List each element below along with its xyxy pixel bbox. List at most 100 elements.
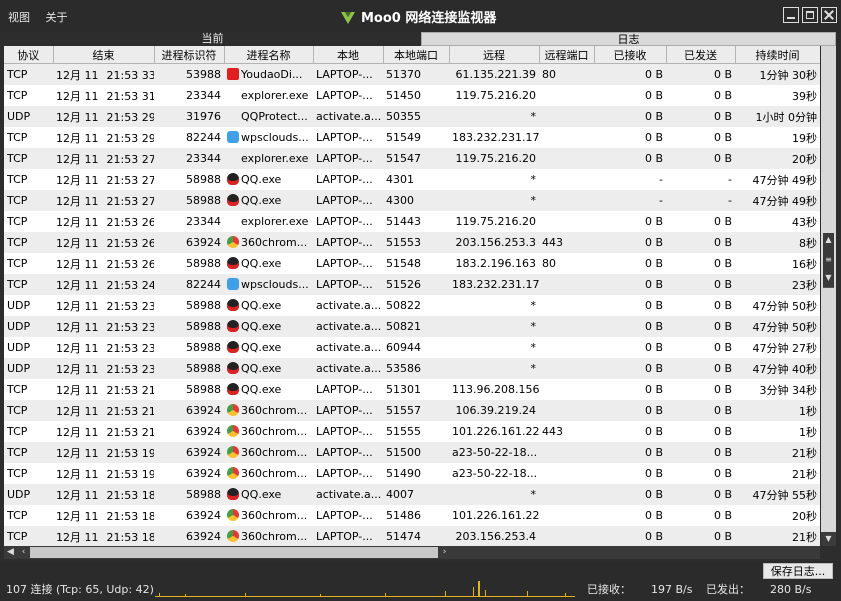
local-port-cell: 51486 — [386, 509, 421, 522]
end-date: 12月 11 — [56, 299, 99, 313]
sent-value: 280 B/s — [770, 583, 812, 596]
table-row[interactable]: TCP 12月 11 21:53 29 82244 wpsclouds... LAPTOP… — [4, 127, 820, 148]
protocol-cell: TCP — [7, 215, 28, 228]
table-row[interactable]: TCP 12月 11 21:53 26 63924 360chrom... LAPTOP-… — [4, 232, 820, 253]
received-cell: 0 B — [644, 488, 663, 501]
sent-cell: - — [728, 173, 732, 186]
scroll-right-icon[interactable]: › — [438, 546, 451, 559]
horizontal-scrollbar[interactable]: ◀ ‹ › — [4, 546, 820, 559]
col-local[interactable]: 本地 — [313, 46, 384, 64]
end-time: 21:53 23 — [106, 320, 155, 334]
table-row[interactable]: TCP 12月 11 21:53 27 23344 explorer.exe LAPTOP… — [4, 148, 820, 169]
chrome-icon — [227, 425, 239, 437]
remote-cell: 183.232.231.172 — [452, 131, 539, 144]
vertical-scrollbar[interactable] — [821, 46, 836, 546]
process-name-cell: QQ.exe — [224, 379, 313, 400]
col-sent[interactable]: 已发送 — [666, 46, 736, 64]
table-row[interactable]: UDP 12月 11 21:53 18 58988 QQ.exe activate.a..… — [4, 484, 820, 505]
col-pid[interactable]: 进程标识符 — [154, 46, 225, 64]
pid-cell: 63924 — [186, 530, 221, 543]
save-log-button[interactable]: 保存日志... — [763, 563, 833, 579]
table-row[interactable]: TCP 12月 11 21:53 27 58988 QQ.exe LAPTOP-... 43… — [4, 190, 820, 211]
table-row[interactable]: TCP 12月 11 21:53 21 63924 360chrom... LAPTOP-… — [4, 400, 820, 421]
end-cell: 12月 11 21:53 21 — [53, 421, 154, 442]
end-time: 21:53 21 — [106, 404, 155, 418]
blank-icon — [227, 215, 239, 227]
end-cell: 12月 11 21:53 26 — [53, 211, 154, 232]
minimize-icon[interactable] — [783, 7, 799, 23]
end-cell: 12月 11 21:53 33 — [53, 64, 154, 86]
scroll-end-icon[interactable]: ▼ — [821, 532, 836, 546]
scroll-left-icon[interactable]: ◀ — [4, 546, 17, 559]
table-row[interactable]: UDP 12月 11 21:53 23 58988 QQ.exe activate.a..… — [4, 295, 820, 316]
pid-cell: 58988 — [186, 488, 221, 501]
process-name-cell: QQ.exe — [224, 358, 313, 379]
table-row[interactable]: TCP 12月 11 21:53 21 58988 QQ.exe LAPTOP-... 51… — [4, 379, 820, 400]
table-row[interactable]: UDP 12月 11 21:53 23 58988 QQ.exe activate.a..… — [4, 358, 820, 379]
pid-cell: 58988 — [186, 194, 221, 207]
table-row[interactable]: TCP 12月 11 21:53 18 63924 360chrom... LAPTOP-… — [4, 526, 820, 546]
duration-cell: 16秒 — [792, 257, 817, 271]
scroll-up-icon[interactable]: ▲ — [823, 235, 834, 244]
end-cell: 12月 11 21:53 19 — [53, 442, 154, 463]
table-row[interactable]: UDP 12月 11 21:53 29 31976 QQProtect... activa… — [4, 106, 820, 127]
col-remote[interactable]: 远程 — [449, 46, 540, 64]
col-received[interactable]: 已接收 — [594, 46, 667, 64]
received-cell: 0 B — [644, 467, 663, 480]
chrome-icon — [227, 467, 239, 479]
pid-cell: 63924 — [186, 446, 221, 459]
menu-view[interactable]: 视图 — [8, 11, 30, 24]
process-name: QQ.exe — [241, 173, 282, 186]
local-cell: activate.a... — [316, 299, 382, 312]
sent-cell: 0 B — [713, 278, 732, 291]
duration-cell: 23秒 — [792, 278, 817, 292]
local-cell: LAPTOP-... — [316, 446, 373, 459]
remote-cell: * — [530, 488, 537, 501]
col-remote-port[interactable]: 远程端口 — [539, 46, 595, 64]
local-cell: activate.a... — [316, 362, 382, 375]
scroll-down-icon[interactable]: ▼ — [823, 273, 834, 282]
duration-cell: 3分钟 34秒 — [759, 383, 818, 397]
remote-cell: 101.226.161.228 — [452, 425, 539, 438]
col-end[interactable]: 结束 — [53, 46, 155, 64]
local-port-cell: 50355 — [386, 110, 421, 123]
table-row[interactable]: TCP 12月 11 21:53 26 23344 explorer.exe LAPTOP… — [4, 211, 820, 232]
end-date: 12月 11 — [56, 68, 99, 82]
table-row[interactable]: TCP 12月 11 21:53 19 63924 360chrom... LAPTOP-… — [4, 442, 820, 463]
end-date: 12月 11 — [56, 320, 99, 334]
scroll-left-step-icon[interactable]: ‹ — [17, 546, 30, 559]
table-row[interactable]: TCP 12月 11 21:53 21 63924 360chrom... LAPTOP-… — [4, 421, 820, 442]
process-name-cell: QQProtect... — [224, 106, 313, 127]
received-cell: 0 B — [644, 341, 663, 354]
local-cell: LAPTOP-... — [316, 425, 373, 438]
table-row[interactable]: UDP 12月 11 21:53 23 58988 QQ.exe activate.a..… — [4, 337, 820, 358]
col-process-name[interactable]: 进程名称 — [224, 46, 314, 64]
table-row[interactable]: TCP 12月 11 21:53 27 58988 QQ.exe LAPTOP-... 43… — [4, 169, 820, 190]
menu-about[interactable]: 关于 — [46, 11, 68, 24]
col-protocol[interactable]: 协议 — [4, 46, 54, 64]
col-duration[interactable]: 持续时间 — [735, 46, 820, 64]
duration-cell: 1小时 0分钟 — [755, 110, 818, 124]
local-cell: LAPTOP-... — [316, 383, 373, 396]
col-local-port[interactable]: 本地端口 — [383, 46, 450, 64]
sent-label: 已发出： — [706, 583, 750, 596]
table-row[interactable]: TCP 12月 11 21:53 24 82244 wpsclouds... LAPTOP… — [4, 274, 820, 295]
local-cell: LAPTOP-... — [316, 257, 373, 270]
horizontal-scroll-thumb[interactable] — [30, 547, 438, 558]
maximize-icon[interactable] — [802, 7, 818, 23]
table-row[interactable]: TCP 12月 11 21:53 33 53988 YoudaoDi... LAPTOP-… — [4, 63, 820, 86]
table-row[interactable]: TCP 12月 11 21:53 31 23344 explorer.exe LAPTOP… — [4, 85, 820, 106]
duration-cell: 47分钟 27秒 — [752, 341, 818, 355]
protocol-cell: UDP — [7, 110, 31, 123]
process-name-cell: QQ.exe — [224, 253, 313, 274]
end-cell: 12月 11 21:53 19 — [53, 463, 154, 484]
table-row[interactable]: UDP 12月 11 21:53 23 58988 QQ.exe activate.a..… — [4, 316, 820, 337]
close-icon[interactable] — [821, 7, 837, 23]
process-name-cell: wpsclouds... — [224, 274, 313, 295]
table-row[interactable]: TCP 12月 11 21:53 26 58988 QQ.exe LAPTOP-... 51… — [4, 253, 820, 274]
protocol-cell: UDP — [7, 341, 31, 354]
duration-cell: 21秒 — [792, 530, 817, 544]
table-row[interactable]: TCP 12月 11 21:53 18 63924 360chrom... LAPTOP-… — [4, 505, 820, 526]
group-log[interactable]: 日志 — [421, 32, 836, 46]
table-row[interactable]: TCP 12月 11 21:53 19 63924 360chrom... LAPTOP-… — [4, 463, 820, 484]
